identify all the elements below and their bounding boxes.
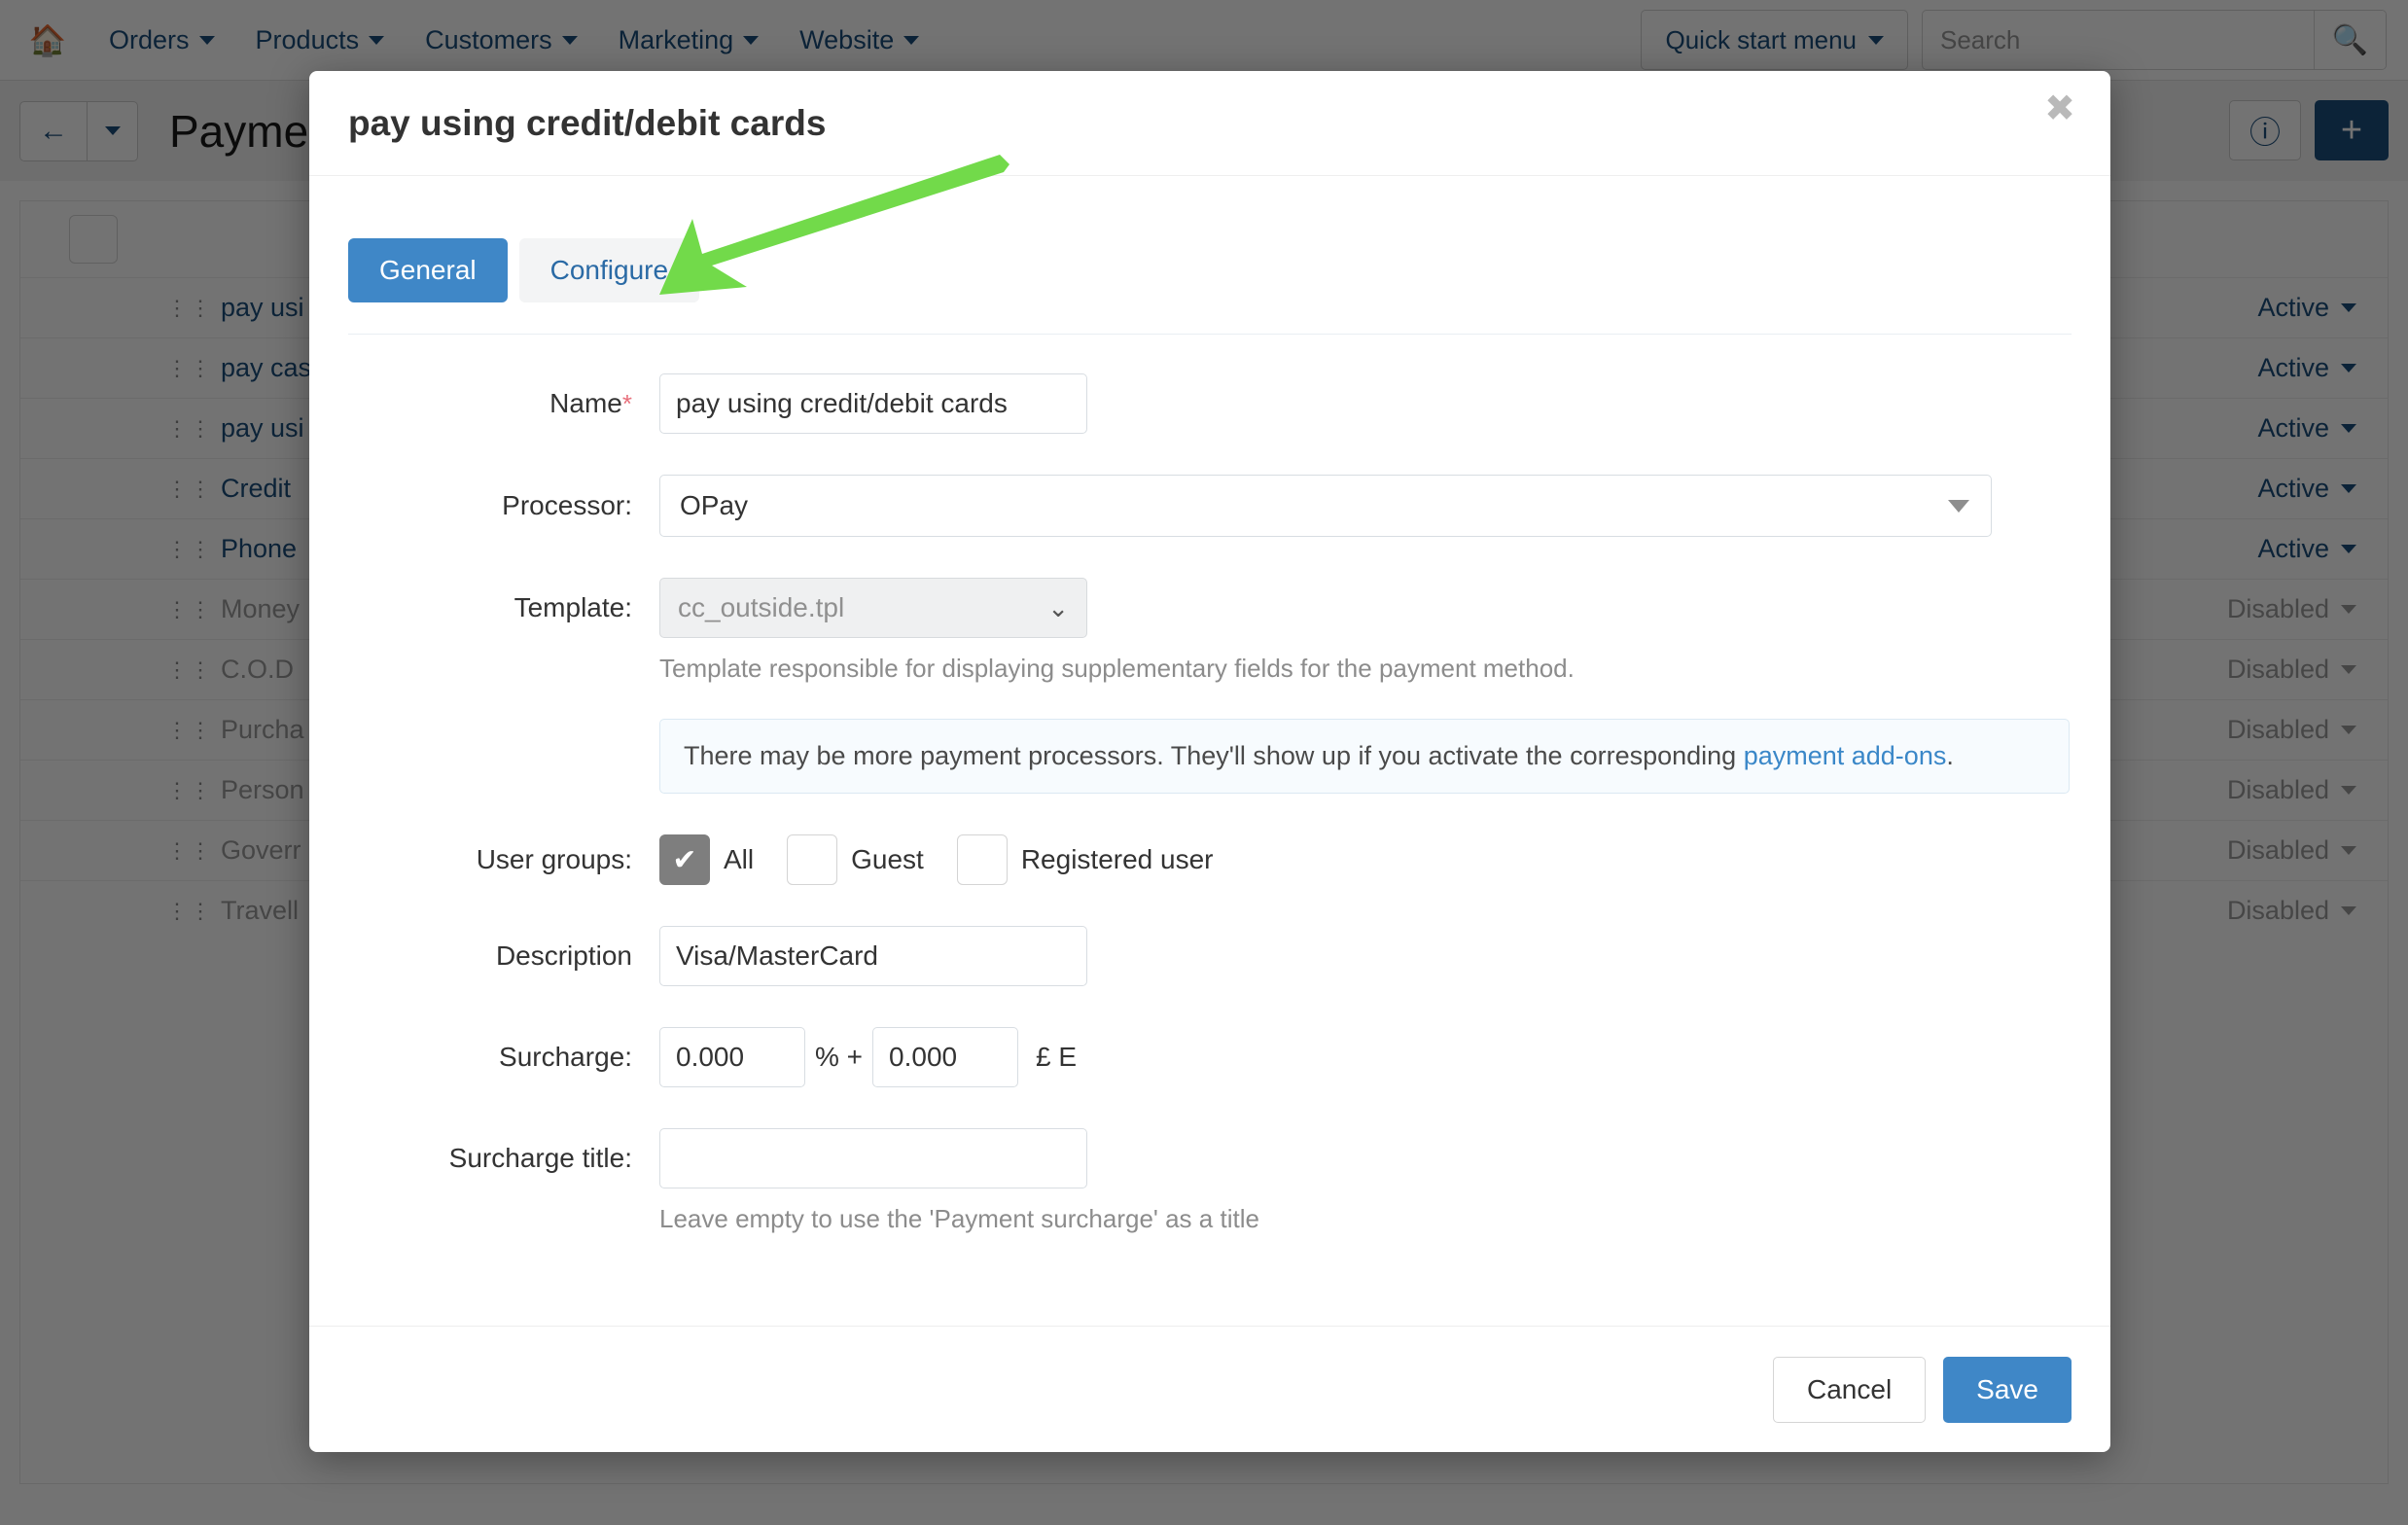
- surcharge-currency-label: £ E: [1036, 1042, 1078, 1072]
- payment-processors-alert: There may be more payment processors. Th…: [659, 719, 2070, 794]
- chevron-down-icon: ⌄: [1047, 593, 1069, 622]
- field-row-processor: Processor: OPay: [348, 475, 2072, 537]
- usergroup-label-all: All: [724, 844, 755, 874]
- field-row-template: Template: cc_outside.tpl ⌄: [348, 578, 2072, 638]
- chevron-down-icon: [1948, 499, 1969, 513]
- usergroup-label-guest: Guest: [851, 844, 924, 874]
- description-input[interactable]: Visa/MasterCard: [659, 926, 1087, 986]
- usergroups-label: User groups:: [476, 844, 632, 874]
- required-marker: *: [621, 389, 632, 418]
- close-icon[interactable]: ✖: [2035, 85, 2085, 133]
- field-row-description: Description Visa/MasterCard: [348, 926, 2072, 986]
- surcharge-title-input[interactable]: [659, 1128, 1087, 1188]
- usergroup-checkbox-all[interactable]: ✔: [659, 834, 710, 885]
- payment-method-dialog: pay using credit/debit cards ✖ General C…: [309, 71, 2110, 1452]
- name-input[interactable]: pay using credit/debit cards: [659, 373, 1087, 434]
- processor-select-value: OPay: [680, 490, 749, 520]
- alert-text-before: There may be more payment processors. Th…: [684, 741, 1744, 770]
- usergroup-checkbox-registered-user[interactable]: [956, 834, 1008, 885]
- tab-configure-label: Configure: [549, 255, 669, 285]
- surcharge-title-label: Surcharge title:: [448, 1143, 632, 1173]
- template-select-value: cc_outside.tpl: [678, 592, 845, 622]
- description-input-value: Visa/MasterCard: [676, 940, 879, 971]
- save-button[interactable]: Save: [1943, 1356, 2072, 1423]
- tab-general-label: General: [379, 255, 477, 285]
- usergroup-checkbox-guest[interactable]: [787, 834, 838, 885]
- field-row-usergroups: User groups: ✔ All Guest Registered user: [348, 834, 2072, 885]
- dialog-header: pay using credit/debit cards ✖: [309, 71, 2110, 176]
- general-form: Name* pay using credit/debit cards Proce…: [348, 335, 2072, 1234]
- dialog-tabs: General Configure: [348, 176, 2072, 302]
- template-select[interactable]: cc_outside.tpl ⌄: [659, 578, 1087, 638]
- payment-addons-link[interactable]: payment add-ons: [1744, 741, 1947, 770]
- template-help-text: Template responsible for displaying supp…: [659, 654, 1575, 683]
- field-row-surcharge: Surcharge: 0.000 % + 0.000 £ E: [348, 1027, 2072, 1087]
- surcharge-absolute-value: 0.000: [889, 1042, 958, 1072]
- surcharge-absolute-input[interactable]: 0.000: [872, 1027, 1019, 1087]
- alert-text-after: .: [1946, 741, 1954, 770]
- tab-configure[interactable]: Configure: [518, 238, 700, 302]
- name-label-text: Name: [549, 388, 622, 418]
- usergroup-label-registered-user: Registered user: [1020, 844, 1214, 874]
- surcharge-percent-input[interactable]: 0.000: [659, 1027, 805, 1087]
- description-label: Description: [495, 940, 632, 971]
- template-label: Template:: [513, 592, 632, 622]
- cancel-button[interactable]: Cancel: [1773, 1356, 1927, 1423]
- surcharge-percent-value: 0.000: [676, 1042, 745, 1072]
- tab-general[interactable]: General: [348, 238, 508, 302]
- processor-label: Processor:: [502, 490, 632, 520]
- percent-plus-label: % +: [815, 1042, 864, 1072]
- name-input-value: pay using credit/debit cards: [676, 388, 1008, 418]
- field-row-name: Name* pay using credit/debit cards: [348, 373, 2072, 434]
- name-label: Name*: [348, 388, 659, 419]
- cancel-button-label: Cancel: [1807, 1373, 1893, 1404]
- field-row-surcharge-title: Surcharge title:: [348, 1128, 2072, 1188]
- processor-select[interactable]: OPay: [659, 475, 1992, 537]
- dialog-body: General Configure Name* pay using credit…: [309, 176, 2110, 1326]
- dialog-footer: Cancel Save: [309, 1326, 2110, 1452]
- surcharge-label: Surcharge:: [499, 1042, 632, 1072]
- surcharge-title-help-text: Leave empty to use the 'Payment surcharg…: [659, 1204, 1259, 1233]
- dialog-title: pay using credit/debit cards: [348, 102, 827, 143]
- save-button-label: Save: [1976, 1373, 2038, 1404]
